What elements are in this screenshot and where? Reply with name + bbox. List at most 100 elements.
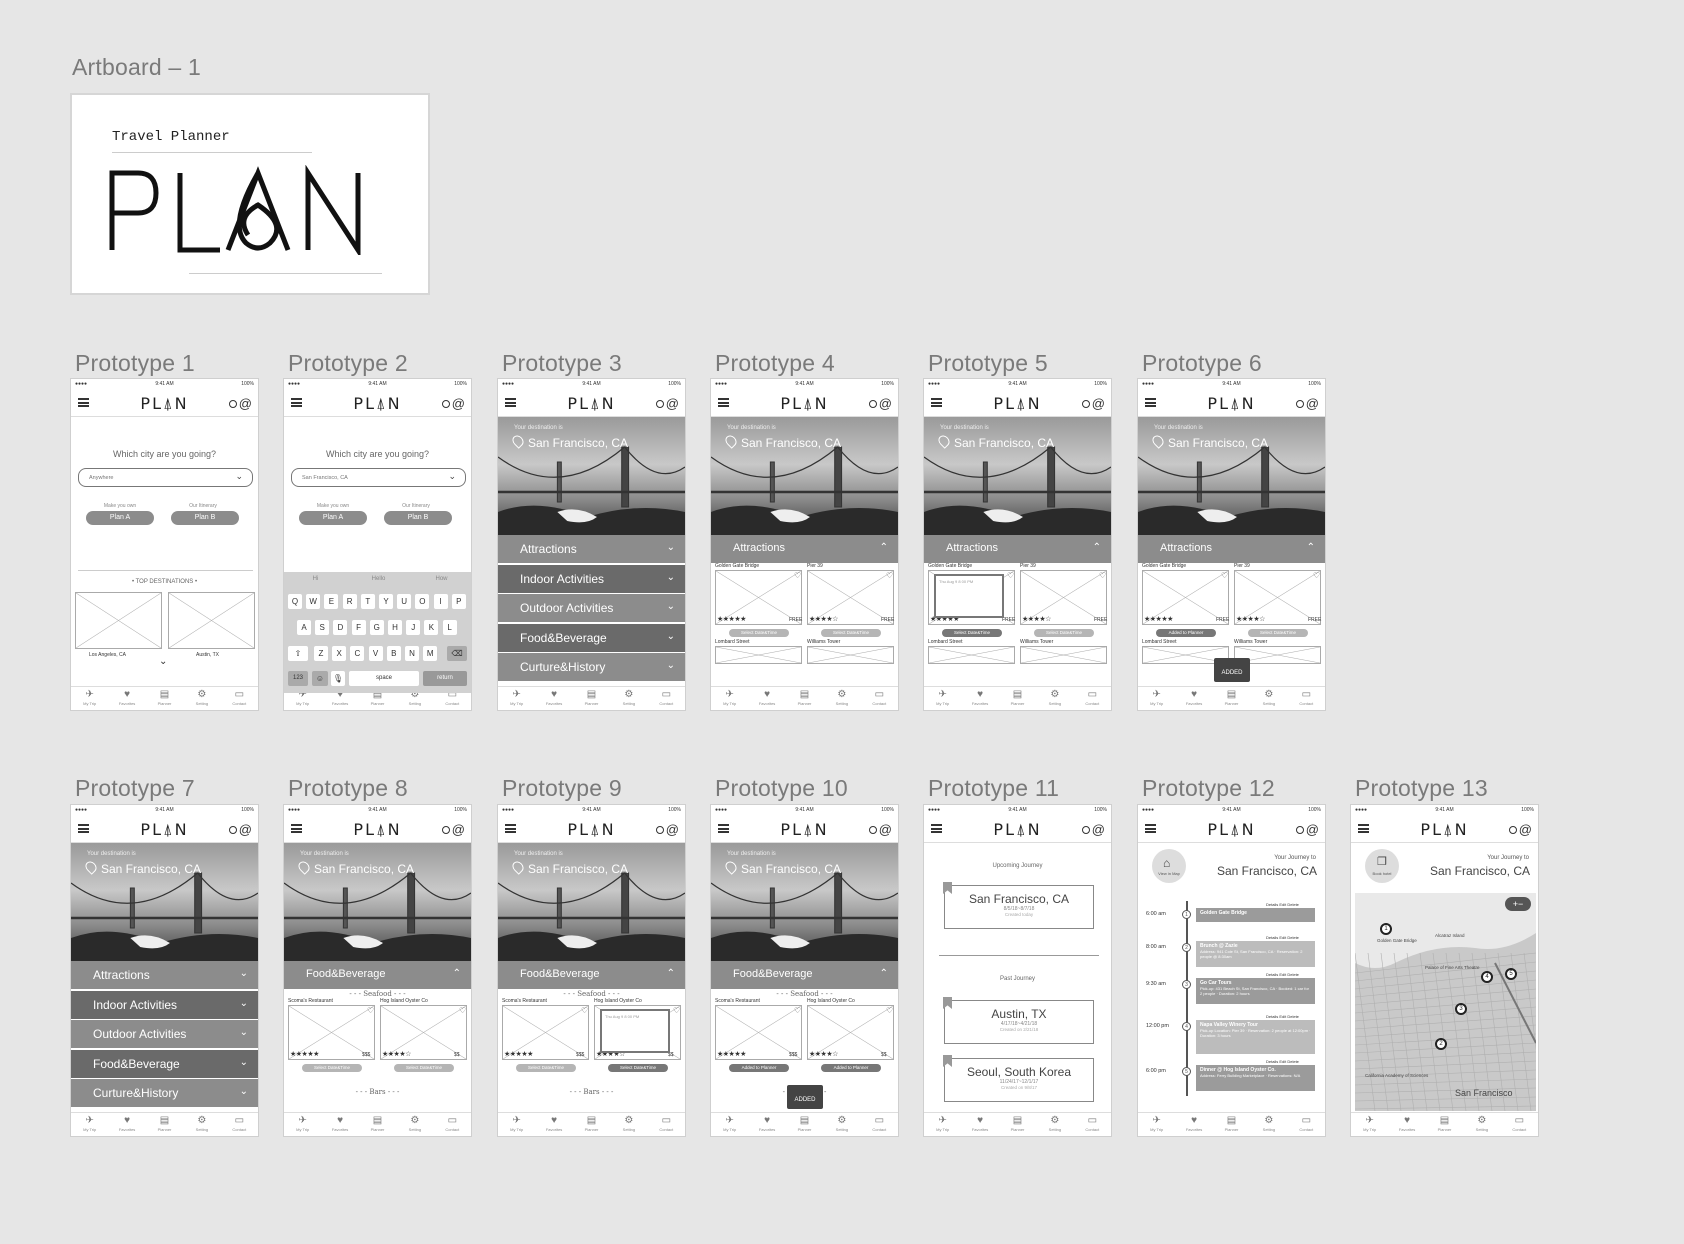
tab-setting[interactable]: ⚙ Setting	[1036, 1115, 1073, 1132]
category-attractions[interactable]: Attractions ⌄	[71, 961, 258, 989]
mic-key[interactable]: 🎙	[331, 671, 345, 686]
profile-icon[interactable]: @	[666, 396, 679, 411]
tab-contact[interactable]: ▭ Contact	[1074, 689, 1111, 706]
profile-icon[interactable]: @	[879, 396, 892, 411]
plan-b-button[interactable]: Plan B	[384, 511, 452, 525]
tab-setting[interactable]: ⚙ Setting	[1036, 689, 1073, 706]
tab-planner[interactable]: ▤ Planner	[1213, 1115, 1250, 1132]
key[interactable]: V	[368, 646, 383, 661]
tab-my-trip[interactable]: ✈ My Trip	[284, 1115, 321, 1132]
select-datetime-button[interactable]: Select Date&Time	[302, 1064, 362, 1072]
key[interactable]: O	[415, 594, 430, 609]
itinerary-stop[interactable]: Golden Gate Bridge	[1196, 908, 1315, 922]
search-icon[interactable]	[1082, 400, 1090, 408]
prototype-12-screen[interactable]: ●●●● 9:41 AM 100% PL⍋N @ ✈ My Trip ♥ Favorites ▤ P…	[1137, 804, 1326, 1137]
tab-favorites[interactable]: ♥ Favorites	[535, 1115, 572, 1132]
tab-favorites[interactable]: ♥ Favorites	[321, 1115, 358, 1132]
tab-favorites[interactable]: ♥ Favorites	[1175, 689, 1212, 706]
heart-icon[interactable]: ♡	[886, 1006, 893, 1015]
tab-contact[interactable]: ▭ Contact	[648, 1115, 685, 1132]
search-icon[interactable]	[1082, 826, 1090, 834]
tab-my-trip[interactable]: ✈ My Trip	[498, 689, 535, 706]
key[interactable]: U	[397, 594, 412, 609]
numbers-key[interactable]: 123	[288, 671, 308, 686]
tab-contact[interactable]: ▭ Contact	[221, 1115, 258, 1132]
tab-contact[interactable]: ▭ Contact	[861, 689, 898, 706]
tab-planner[interactable]: ▤ Planner	[999, 1115, 1036, 1132]
key[interactable]: T	[360, 594, 375, 609]
tab-contact[interactable]: ▭ Contact	[1074, 1115, 1111, 1132]
itinerary-stop[interactable]: Go Car Tours Pick-up: 431 Beach St, San F…	[1196, 978, 1315, 1004]
heart-icon[interactable]: ♡	[459, 1006, 466, 1015]
plan-a-button[interactable]: Plan A	[299, 511, 367, 525]
tab-setting[interactable]: ⚙ Setting	[823, 1115, 860, 1132]
map-pin-icon[interactable]: 2	[1435, 1038, 1447, 1050]
tab-favorites[interactable]: ♥ Favorites	[1388, 1115, 1425, 1132]
prototype-9-screen[interactable]: ●●●● 9:41 AM 100% PL⍋N @ ✈ My Trip ♥ Favorites ▤ P…	[497, 804, 686, 1137]
key[interactable]: Q	[288, 594, 302, 609]
profile-icon[interactable]: @	[1306, 396, 1319, 411]
key[interactable]: F	[351, 620, 366, 635]
category-curture-history[interactable]: Curture&History ⌄	[498, 653, 685, 681]
key[interactable]: R	[342, 594, 357, 609]
tab-planner[interactable]: ▤ Planner	[786, 1115, 823, 1132]
tab-setting[interactable]: ⚙ Setting	[610, 1115, 647, 1132]
tab-setting[interactable]: ⚙ Setting	[183, 689, 220, 706]
tab-my-trip[interactable]: ✈ My Trip	[924, 1115, 961, 1132]
profile-icon[interactable]: @	[1519, 822, 1532, 837]
key[interactable]: W	[306, 594, 321, 609]
search-icon[interactable]	[656, 826, 664, 834]
datetime-picker[interactable]: Thu Aug 9 8 00 PM	[934, 574, 1004, 618]
emoji-key[interactable]: ☺	[312, 671, 328, 686]
tab-planner[interactable]: ▤ Planner	[1426, 1115, 1463, 1132]
key[interactable]: I	[433, 594, 448, 609]
tab-my-trip[interactable]: ✈ My Trip	[711, 689, 748, 706]
tab-contact[interactable]: ▭ Contact	[648, 689, 685, 706]
key[interactable]: N	[405, 646, 419, 661]
keyboard-suggestion[interactable]: Hello	[347, 576, 410, 582]
destination-card[interactable]	[75, 592, 162, 649]
section-header[interactable]: Food&Beverage ⌃	[498, 961, 685, 989]
tab-contact[interactable]: ▭ Contact	[1501, 1115, 1538, 1132]
tab-favorites[interactable]: ♥ Favorites	[748, 689, 785, 706]
plan-a-button[interactable]: Plan A	[86, 511, 154, 525]
prototype-10-screen[interactable]: ●●●● 9:41 AM 100% PL⍋N @ ✈ My Trip ♥ Favorites ▤ P…	[710, 804, 899, 1137]
destination-card[interactable]	[168, 592, 255, 649]
select-datetime-button[interactable]: Select Date&Time	[821, 629, 881, 637]
section-header[interactable]: Attractions ⌃	[1138, 535, 1325, 563]
heart-icon[interactable]: ♡	[367, 1006, 374, 1015]
profile-icon[interactable]: @	[452, 396, 465, 411]
key[interactable]: L	[442, 620, 457, 635]
delete-key[interactable]: ⌫	[447, 646, 467, 661]
select-datetime-button[interactable]: Added to Planner	[729, 1064, 789, 1072]
select-datetime-button[interactable]: Added to Planner	[1156, 629, 1216, 637]
tab-favorites[interactable]: ♥ Favorites	[108, 689, 145, 706]
datetime-picker[interactable]: Thu Aug 9 8 00 PM	[600, 1009, 670, 1053]
key[interactable]: A	[297, 620, 311, 635]
key[interactable]: X	[332, 646, 347, 661]
profile-icon[interactable]: @	[239, 822, 252, 837]
heart-icon[interactable]: ♡	[581, 1006, 588, 1015]
tab-planner[interactable]: ▤ Planner	[573, 689, 610, 706]
heart-icon[interactable]: ♡	[794, 1006, 801, 1015]
select-datetime-button[interactable]: Select Date&Time	[516, 1064, 576, 1072]
tab-planner[interactable]: ▤ Planner	[1213, 689, 1250, 706]
tab-contact[interactable]: ▭ Contact	[861, 1115, 898, 1132]
tab-my-trip[interactable]: ✈ My Trip	[711, 1115, 748, 1132]
itinerary-stop[interactable]: Napa Valley Winery Tour Pick-up Location:…	[1196, 1020, 1315, 1054]
heart-icon[interactable]: ♡	[1221, 571, 1228, 580]
tab-my-trip[interactable]: ✈ My Trip	[498, 1115, 535, 1132]
map-pin-icon[interactable]: 1	[1380, 923, 1392, 935]
tab-contact[interactable]: ▭ Contact	[1288, 1115, 1325, 1132]
itinerary-stop[interactable]: Dinner @ Hog Island Oyster Co. Address: F…	[1196, 1065, 1315, 1091]
select-datetime-button[interactable]: Added to Planner	[821, 1064, 881, 1072]
tab-setting[interactable]: ⚙ Setting	[183, 1115, 220, 1132]
itinerary-stop[interactable]: Brunch @ Zazie Address: 941 Cole St, San …	[1196, 941, 1315, 967]
map-view[interactable]: +− Golden Gate Bridge Alcatraz Island Palac…	[1355, 893, 1536, 1111]
tab-planner[interactable]: ▤ Planner	[146, 689, 183, 706]
tab-favorites[interactable]: ♥ Favorites	[961, 689, 998, 706]
tab-planner[interactable]: ▤ Planner	[146, 1115, 183, 1132]
tab-my-trip[interactable]: ✈ My Trip	[71, 1115, 108, 1132]
select-datetime-button[interactable]: Select Date&Time	[942, 629, 1002, 637]
return-key[interactable]: return	[423, 671, 467, 686]
